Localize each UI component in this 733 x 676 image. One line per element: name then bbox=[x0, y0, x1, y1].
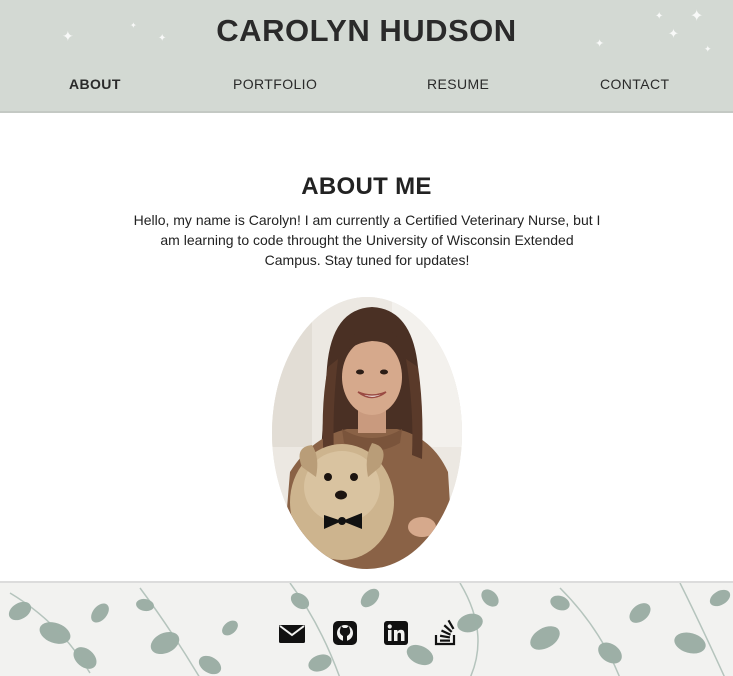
about-heading: ABOUT ME bbox=[301, 173, 432, 200]
site-header: ✦ ✦ ✦ ✦ ✦ ✦ ✦ ✦ CAROLYN HUDSON ABOUT POR… bbox=[0, 0, 733, 113]
portrait-photo bbox=[272, 297, 462, 569]
email-icon[interactable] bbox=[278, 619, 306, 647]
nav-contact[interactable]: CONTACT bbox=[600, 76, 669, 92]
site-footer bbox=[0, 581, 733, 676]
leaf-pattern bbox=[8, 583, 731, 676]
nav-about[interactable]: ABOUT bbox=[69, 76, 121, 92]
nav-portfolio[interactable]: PORTFOLIO bbox=[233, 76, 317, 92]
portrait-illustration bbox=[272, 297, 462, 569]
github-icon[interactable] bbox=[331, 619, 359, 647]
stackoverflow-icon[interactable] bbox=[432, 619, 460, 647]
nav-resume[interactable]: RESUME bbox=[427, 76, 489, 92]
linkedin-icon[interactable] bbox=[382, 619, 410, 647]
about-text: Hello, my name is Carolyn! I am currentl… bbox=[133, 212, 601, 268]
site-title: CAROLYN HUDSON bbox=[216, 13, 517, 48]
